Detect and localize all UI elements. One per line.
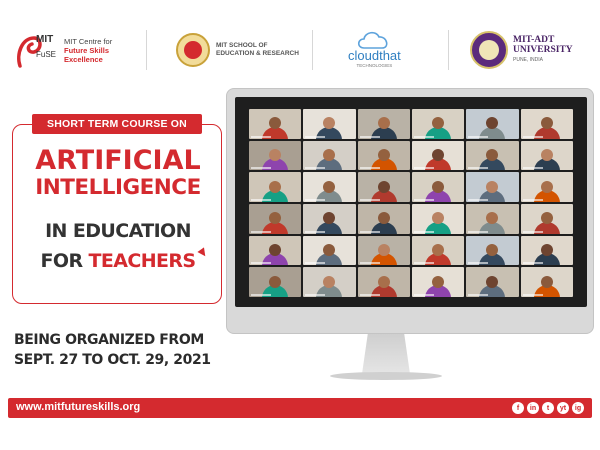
title-for-text: FOR (40, 250, 89, 272)
course-type-label: SHORT TERM COURSE ON (32, 114, 202, 134)
participant-video-tile (411, 172, 465, 202)
mit-mark-text: MIT (36, 34, 54, 45)
participant-video-tile (520, 140, 573, 171)
participant-video-tile (357, 267, 410, 297)
participant-video-tile (357, 109, 410, 139)
adt-line1: MIT-ADT (513, 35, 555, 45)
schedule-text: BEING ORGANIZED FROM SEPT. 27 TO OCT. 29… (14, 330, 224, 370)
video-call-grid (249, 109, 573, 297)
social-yt-icon[interactable]: yt (557, 402, 569, 414)
futureskills-line1: MIT Centre for (64, 36, 113, 46)
title-line-in-education: IN EDUCATION (45, 220, 191, 242)
monitor-stand-base (330, 372, 442, 380)
mit-school-education-logo: MIT SCHOOL OF EDUCATION & RESEARCH (176, 28, 299, 72)
participant-video-tile (520, 267, 573, 297)
participant-video-tile (357, 203, 410, 234)
fuse-mark-text: FuSE (36, 50, 57, 59)
participant-video-tile (249, 203, 302, 234)
mit-adt-university-logo: MIT-ADT UNIVERSITY PUNE, INDIA (470, 28, 573, 72)
participant-video-tile (357, 172, 410, 202)
participant-video-tile (249, 172, 302, 202)
website-link[interactable]: www.mitfutureskills.org (16, 401, 140, 413)
cloud-icon (358, 31, 388, 49)
participant-video-tile (466, 235, 519, 266)
participant-video-tile (411, 203, 465, 234)
participant-video-tile (303, 109, 356, 139)
participant-video-tile (466, 267, 519, 297)
adt-seal-icon (470, 31, 508, 69)
participant-video-tile (411, 267, 465, 297)
participant-video-tile (249, 109, 302, 139)
logo-divider (448, 30, 449, 70)
schedule-dates: SEPT. 27 TO OCT. 29, 2021 (14, 352, 211, 368)
school-line2: EDUCATION & RESEARCH (216, 50, 299, 57)
school-logo-text: MIT SCHOOL OF EDUCATION & RESEARCH (216, 42, 299, 58)
title-teachers-text: TEACHERS (88, 250, 197, 272)
title-line-artificial: ARTIFICIAL (35, 145, 201, 176)
participant-video-tile (520, 235, 573, 266)
monitor-screen (235, 97, 587, 307)
participant-video-tile (411, 140, 465, 171)
participant-video-tile (249, 235, 302, 266)
participant-video-tile (520, 109, 573, 139)
adt-line2: UNIVERSITY (513, 45, 573, 55)
course-title-box: ARTIFICIAL INTELLIGENCE IN EDUCATION FOR… (12, 124, 222, 304)
school-seal-icon (176, 33, 210, 67)
adt-logo-text: MIT-ADT UNIVERSITY PUNE, INDIA (513, 35, 573, 65)
social-in-icon[interactable]: in (527, 402, 539, 414)
futureskills-line3: Excellence (64, 54, 103, 64)
futureskills-logo-text: MIT Centre for Future Skills Excellence (64, 37, 112, 64)
participant-video-tile (357, 140, 410, 171)
participant-video-tile (303, 140, 356, 171)
participant-video-tile (466, 172, 519, 202)
social-icons: f in t yt ig (512, 402, 584, 414)
social-t-icon[interactable]: t (542, 402, 554, 414)
desktop-monitor (226, 88, 594, 334)
logo-divider (312, 30, 313, 70)
participant-video-tile (303, 172, 356, 202)
monitor-chin (227, 315, 593, 333)
title-line-intelligence: INTELLIGENCE (35, 175, 201, 200)
course-poster: MIT FuSE MIT Centre for Future Skills Ex… (0, 0, 600, 450)
futureskills-line2: Future Skills (64, 45, 110, 55)
participant-video-tile (303, 267, 356, 297)
schedule-line1: BEING ORGANIZED FROM (14, 332, 204, 348)
cloudthat-sub: TECHNOLOGIES (356, 63, 393, 68)
logo-divider (146, 30, 147, 70)
mit-fuse-logo-mark: MIT FuSE (12, 28, 60, 72)
participant-video-tile (249, 267, 302, 297)
cloudthat-logo: cloudthat TECHNOLOGIES (348, 28, 401, 72)
social-f-icon[interactable]: f (512, 402, 524, 414)
monitor-stand-neck (362, 334, 410, 374)
participant-video-tile (466, 109, 519, 139)
cloudthat-name: cloudthat (348, 48, 401, 63)
participant-video-tile (303, 235, 356, 266)
participant-video-tile (303, 203, 356, 234)
logo-header: MIT FuSE MIT Centre for Future Skills Ex… (0, 0, 600, 86)
participant-video-tile (520, 172, 573, 202)
mit-futureskills-logo: MIT FuSE MIT Centre for Future Skills Ex… (12, 28, 112, 72)
school-line1: MIT SCHOOL OF (216, 42, 268, 49)
participant-video-tile (466, 203, 519, 234)
participant-video-tile (466, 140, 519, 171)
participant-video-tile (520, 203, 573, 234)
participant-video-tile (411, 109, 465, 139)
title-line-for-teachers: FOR TEACHERS (13, 250, 223, 272)
participant-video-tile (249, 140, 302, 171)
participant-video-tile (357, 235, 410, 266)
adt-line3: PUNE, INDIA (513, 57, 544, 63)
social-ig-icon[interactable]: ig (572, 402, 584, 414)
footer-bar: www.mitfutureskills.org f in t yt ig (8, 398, 592, 418)
participant-video-tile (411, 235, 465, 266)
